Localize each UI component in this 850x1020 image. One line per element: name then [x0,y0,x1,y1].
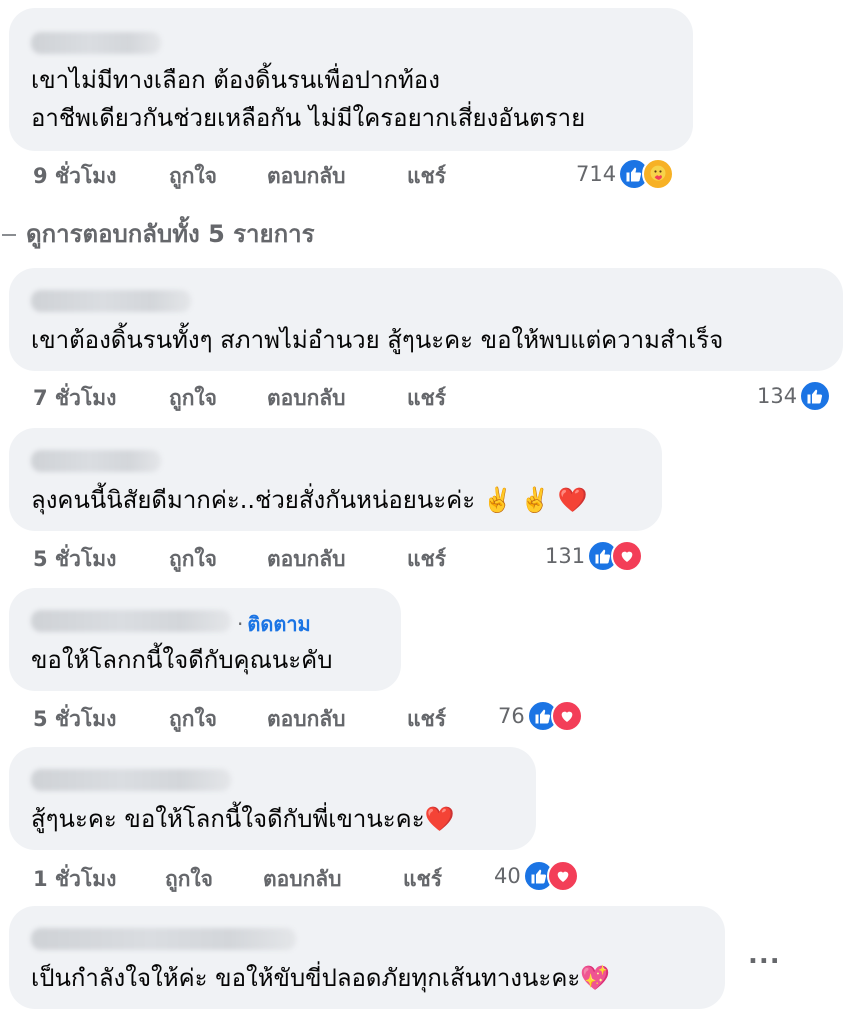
share-button[interactable]: แชร์ [407,160,446,193]
reaction-count: 76 [498,704,525,728]
follow-label: ติดตาม [247,612,311,636]
reaction-summary[interactable]: 134 [757,380,832,412]
commenter-name-redacted[interactable] [31,610,231,632]
reply-button[interactable]: ตอบกลับ [267,160,346,193]
comment-text-line: ลุงคนนี้นิสัยดีมากค่ะ..ช่วยสั่งกันหน่อยน… [31,486,588,514]
commenter-name-redacted[interactable] [31,450,161,472]
comment-text-line: สู้ๆนะคะ ขอให้โลกนี้ใจดีกับพี่เขานะคะ❤️ [31,805,455,833]
reaction-summary[interactable]: 131 [545,540,644,572]
more-options-button[interactable]: ... [748,940,781,970]
reply-button[interactable]: ตอบกลับ [267,382,346,415]
comment-actions: 1 ชั่วโมง ถูกใจ ตอบกลับ แชร์ [33,863,483,893]
reaction-count: 131 [545,544,586,568]
share-button[interactable]: แชร์ [403,863,442,896]
reply-thread-line [2,234,16,236]
like-button[interactable]: ถูกใจ [169,160,217,193]
reaction-summary[interactable]: 714 [576,158,675,190]
care-icon [642,158,675,190]
reply-button[interactable]: ตอบกลับ [267,543,346,576]
comment-actions: 7 ชั่วโมง ถูกใจ ตอบกลับ แชร์ [33,382,483,412]
commenter-name-redacted[interactable] [31,769,231,791]
like-button[interactable]: ถูกใจ [165,863,213,896]
comment-bubble: เขาต้องดิ้นรนทั้งๆ สภาพไม่อำนวย สู้ๆนะคะ… [9,268,843,371]
share-button[interactable]: แชร์ [407,543,446,576]
comment-text-line: เขาไม่มีทางเลือก ต้องดิ้นรนเพื่อปากท้อง [31,66,440,94]
love-icon [611,540,644,572]
comment-actions: 5 ชั่วโมง ถูกใจ ตอบกลับ แชร์ [33,703,483,733]
comment-bubble: ลุงคนนี้นิสัยดีมากค่ะ..ช่วยสั่งกันหน่อยน… [9,428,662,531]
comment-actions: 9 ชั่วโมง ถูกใจ ตอบกลับ แชร์ [33,160,483,190]
reaction-summary[interactable]: 40 [494,860,579,892]
reaction-count: 134 [757,384,798,408]
comment-timestamp[interactable]: 5 ชั่วโมง [33,703,116,736]
commenter-name-redacted[interactable] [31,32,161,54]
comment-timestamp[interactable]: 7 ชั่วโมง [33,382,116,415]
reaction-count: 40 [494,864,521,888]
commenter-name-redacted[interactable] [31,928,296,950]
comments-panel: เขาไม่มีทางเลือก ต้องดิ้นรนเพื่อปากท้อง … [0,0,850,1020]
reaction-count: 714 [576,162,617,186]
reply-button[interactable]: ตอบกลับ [267,703,346,736]
commenter-name-redacted[interactable] [31,290,191,312]
comment-timestamp[interactable]: 9 ชั่วโมง [33,160,116,193]
comment-text-line: ขอให้โลกกนี้ใจดีกับคุณนะคับ [31,646,333,674]
reaction-summary[interactable]: 76 [498,700,583,732]
like-button[interactable]: ถูกใจ [169,703,217,736]
comment-bubble: สู้ๆนะคะ ขอให้โลกนี้ใจดีกับพี่เขานะคะ❤️ [9,747,536,850]
share-button[interactable]: แชร์ [407,703,446,736]
view-replies-label: ดูการตอบกลับทั้ง 5 รายการ [26,220,315,248]
comment-timestamp[interactable]: 1 ชั่วโมง [33,863,116,896]
like-button[interactable]: ถูกใจ [169,543,217,576]
view-replies-link[interactable]: ดูการตอบกลับทั้ง 5 รายการ [2,214,314,253]
separator-dot: · [237,612,244,636]
love-icon [550,700,583,732]
like-button[interactable]: ถูกใจ [169,382,217,415]
love-icon [546,860,579,892]
like-icon [799,380,832,412]
comment-timestamp[interactable]: 5 ชั่วโมง [33,543,116,576]
share-button[interactable]: แชร์ [407,382,446,415]
comment-text-line: เป็นกำลังใจให้ค่ะ ขอให้ขับขี่ปลอดภัยทุกเ… [31,964,611,992]
comment-bubble: เขาไม่มีทางเลือก ต้องดิ้นรนเพื่อปากท้อง … [9,8,693,151]
comment-text-line: เขาต้องดิ้นรนทั้งๆ สภาพไม่อำนวย สู้ๆนะคะ… [31,326,724,354]
comment-text-line: อาชีพเดียวกันช่วยเหลือกัน ไม่มีใครอยากเส… [31,104,586,132]
comment-actions: 5 ชั่วโมง ถูกใจ ตอบกลับ แชร์ [33,543,483,573]
reply-button[interactable]: ตอบกลับ [263,863,342,896]
comment-bubble: · ติดตาม ขอให้โลกกนี้ใจดีกับคุณนะคับ [9,588,401,691]
comment-bubble: เป็นกำลังใจให้ค่ะ ขอให้ขับขี่ปลอดภัยทุกเ… [9,906,725,1009]
follow-link[interactable]: · ติดตาม [237,608,311,640]
